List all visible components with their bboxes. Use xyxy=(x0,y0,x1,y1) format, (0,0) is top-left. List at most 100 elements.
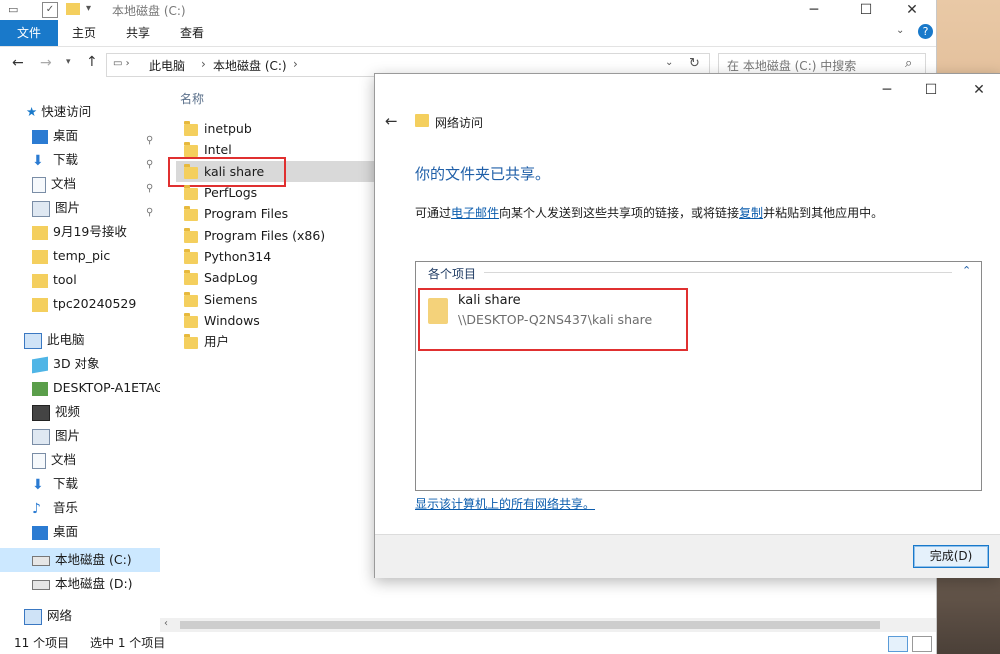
nav-label: 下载 xyxy=(53,476,79,491)
details-view-icon[interactable] xyxy=(888,636,908,652)
file-row[interactable]: Siemens xyxy=(176,289,376,310)
item-count: 11 个项目 xyxy=(14,636,70,650)
nav-pc-pictures[interactable]: 图片 xyxy=(0,424,160,448)
done-button[interactable]: 完成(D) xyxy=(913,545,989,568)
nav-label: 文档 xyxy=(51,176,77,191)
scroll-thumb[interactable] xyxy=(180,621,880,629)
show-all-shares-link[interactable]: 显示该计算机上的所有网络共享。 xyxy=(415,495,595,512)
properties-icon[interactable]: ✓ xyxy=(42,2,58,18)
breadcrumb-separator: › xyxy=(293,57,298,71)
folder-icon xyxy=(184,248,198,264)
nav-folder-0919[interactable]: 9月19号接收 xyxy=(0,220,160,244)
nav-network-computer[interactable]: DESKTOP-A1ETAG xyxy=(0,376,160,400)
new-folder-icon[interactable] xyxy=(66,3,80,15)
file-row[interactable]: Program Files (x86) xyxy=(176,225,376,246)
maximize-button[interactable]: ☐ xyxy=(852,0,880,20)
large-icons-view-icon[interactable] xyxy=(912,636,932,652)
nav-this-pc[interactable]: 此电脑 xyxy=(0,328,160,352)
close-button[interactable]: ✕ xyxy=(898,0,926,20)
file-name: PerfLogs xyxy=(204,185,258,200)
desktop-icon xyxy=(32,129,48,144)
file-row[interactable]: Python314 xyxy=(176,246,376,267)
nav-label: 9月19号接收 xyxy=(53,224,127,239)
nav-label: DESKTOP-A1ETAG xyxy=(53,380,160,395)
download-icon: ⬇ xyxy=(32,476,44,493)
window-title: 本地磁盘 (C:) xyxy=(112,4,186,18)
tab-file[interactable]: 文件 xyxy=(0,20,58,46)
desc-text: 并粘贴到其他应用中。 xyxy=(763,206,884,220)
nav-documents[interactable]: 文档 ⚲ xyxy=(0,172,160,196)
tab-view[interactable]: 查看 xyxy=(168,20,216,46)
breadcrumb-separator: › xyxy=(201,57,206,71)
nav-music[interactable]: ♪ 音乐 xyxy=(0,496,160,520)
drive-icon: ▭ › xyxy=(113,58,130,69)
search-icon[interactable]: ⌕ xyxy=(905,56,912,71)
nav-network[interactable]: 网络 xyxy=(0,604,160,628)
breadcrumb-local-disk[interactable]: 本地磁盘 (C:) xyxy=(213,57,287,74)
customize-qa-icon[interactable]: ▾ xyxy=(86,3,91,14)
drive-icon: ▭ xyxy=(8,3,19,16)
dialog-minimize-button[interactable]: ─ xyxy=(873,80,901,100)
breadcrumb-this-pc[interactable]: 此电脑 xyxy=(149,57,185,74)
nav-folder-tpc[interactable]: tpc20240529 xyxy=(0,292,160,316)
nav-local-disk-c[interactable]: 本地磁盘 (C:) xyxy=(0,548,160,572)
nav-label: tool xyxy=(53,272,77,287)
recent-locations-icon[interactable]: ▾ xyxy=(66,57,71,67)
nav-quick-access[interactable]: ★ 快速访问 xyxy=(0,100,160,124)
nav-pc-desktop[interactable]: 桌面 xyxy=(0,520,160,544)
nav-label: 文档 xyxy=(51,452,77,467)
nav-folder-temp-pic[interactable]: temp_pic xyxy=(0,244,160,268)
nav-pc-documents[interactable]: 文档 xyxy=(0,448,160,472)
desktop-icon xyxy=(32,525,48,540)
tab-share[interactable]: 共享 xyxy=(114,20,162,46)
column-header-name[interactable]: 名称 xyxy=(180,90,204,107)
expand-ribbon-icon[interactable]: ⌄ xyxy=(896,25,904,36)
document-icon xyxy=(32,176,46,193)
address-dropdown-icon[interactable]: ⌄ xyxy=(665,57,673,68)
dialog-back-icon[interactable]: ← xyxy=(385,112,398,130)
pin-icon: ⚲ xyxy=(146,183,154,194)
copy-link[interactable]: 复制 xyxy=(739,206,763,220)
nav-3d-objects[interactable]: 3D 对象 xyxy=(0,352,160,376)
file-name: Intel xyxy=(204,142,232,157)
nav-pictures[interactable]: 图片 ⚲ xyxy=(0,196,160,220)
group-label: 各个项目 xyxy=(428,267,477,281)
nav-label: temp_pic xyxy=(53,248,111,263)
nav-pc-downloads[interactable]: ⬇ 下载 xyxy=(0,472,160,496)
network-computer-icon xyxy=(32,381,48,396)
file-row[interactable]: PerfLogs xyxy=(176,182,376,203)
email-link[interactable]: 电子邮件 xyxy=(451,206,499,220)
file-name: Windows xyxy=(204,313,260,328)
horizontal-scrollbar[interactable]: ‹ xyxy=(160,618,936,632)
scroll-left-icon[interactable]: ‹ xyxy=(164,618,168,629)
nav-label: 音乐 xyxy=(53,500,79,515)
nav-label: 图片 xyxy=(55,428,81,443)
file-row[interactable]: Program Files xyxy=(176,203,376,224)
refresh-icon[interactable]: ↻ xyxy=(689,56,700,71)
desc-text: 可通过 xyxy=(415,206,452,220)
dialog-maximize-button[interactable]: ☐ xyxy=(917,80,945,100)
shared-items-list: 各个项目 ⌃ kali share \\DESKTOP-Q2NS437\kali… xyxy=(415,261,982,491)
nav-downloads[interactable]: ⬇ 下载 ⚲ xyxy=(0,148,160,172)
nav-local-disk-d[interactable]: 本地磁盘 (D:) xyxy=(0,572,160,596)
back-icon[interactable]: ← xyxy=(12,55,24,71)
up-icon[interactable]: ↑ xyxy=(86,54,98,70)
nav-desktop[interactable]: 桌面 ⚲ xyxy=(0,124,160,148)
minimize-button[interactable]: ─ xyxy=(800,0,828,20)
document-icon xyxy=(32,452,46,469)
forward-icon[interactable]: → xyxy=(40,55,52,71)
file-row[interactable]: inetpub xyxy=(176,118,376,139)
file-name: SadpLog xyxy=(204,270,258,285)
desc-text: 向某个人发送到这些共享项的链接，或将链接 xyxy=(499,206,740,220)
tab-home[interactable]: 主页 xyxy=(60,20,108,46)
help-icon[interactable]: ? xyxy=(918,24,933,39)
dialog-close-button[interactable]: ✕ xyxy=(965,80,993,100)
file-name: Program Files xyxy=(204,206,289,221)
nav-folder-tool[interactable]: tool xyxy=(0,268,160,292)
file-row[interactable]: SadpLog xyxy=(176,267,376,288)
nav-videos[interactable]: 视频 xyxy=(0,400,160,424)
file-row[interactable]: Windows xyxy=(176,310,376,331)
collapse-group-icon[interactable]: ⌃ xyxy=(962,264,971,277)
file-row[interactable]: 用户 xyxy=(176,331,376,352)
folder-icon xyxy=(184,312,198,328)
